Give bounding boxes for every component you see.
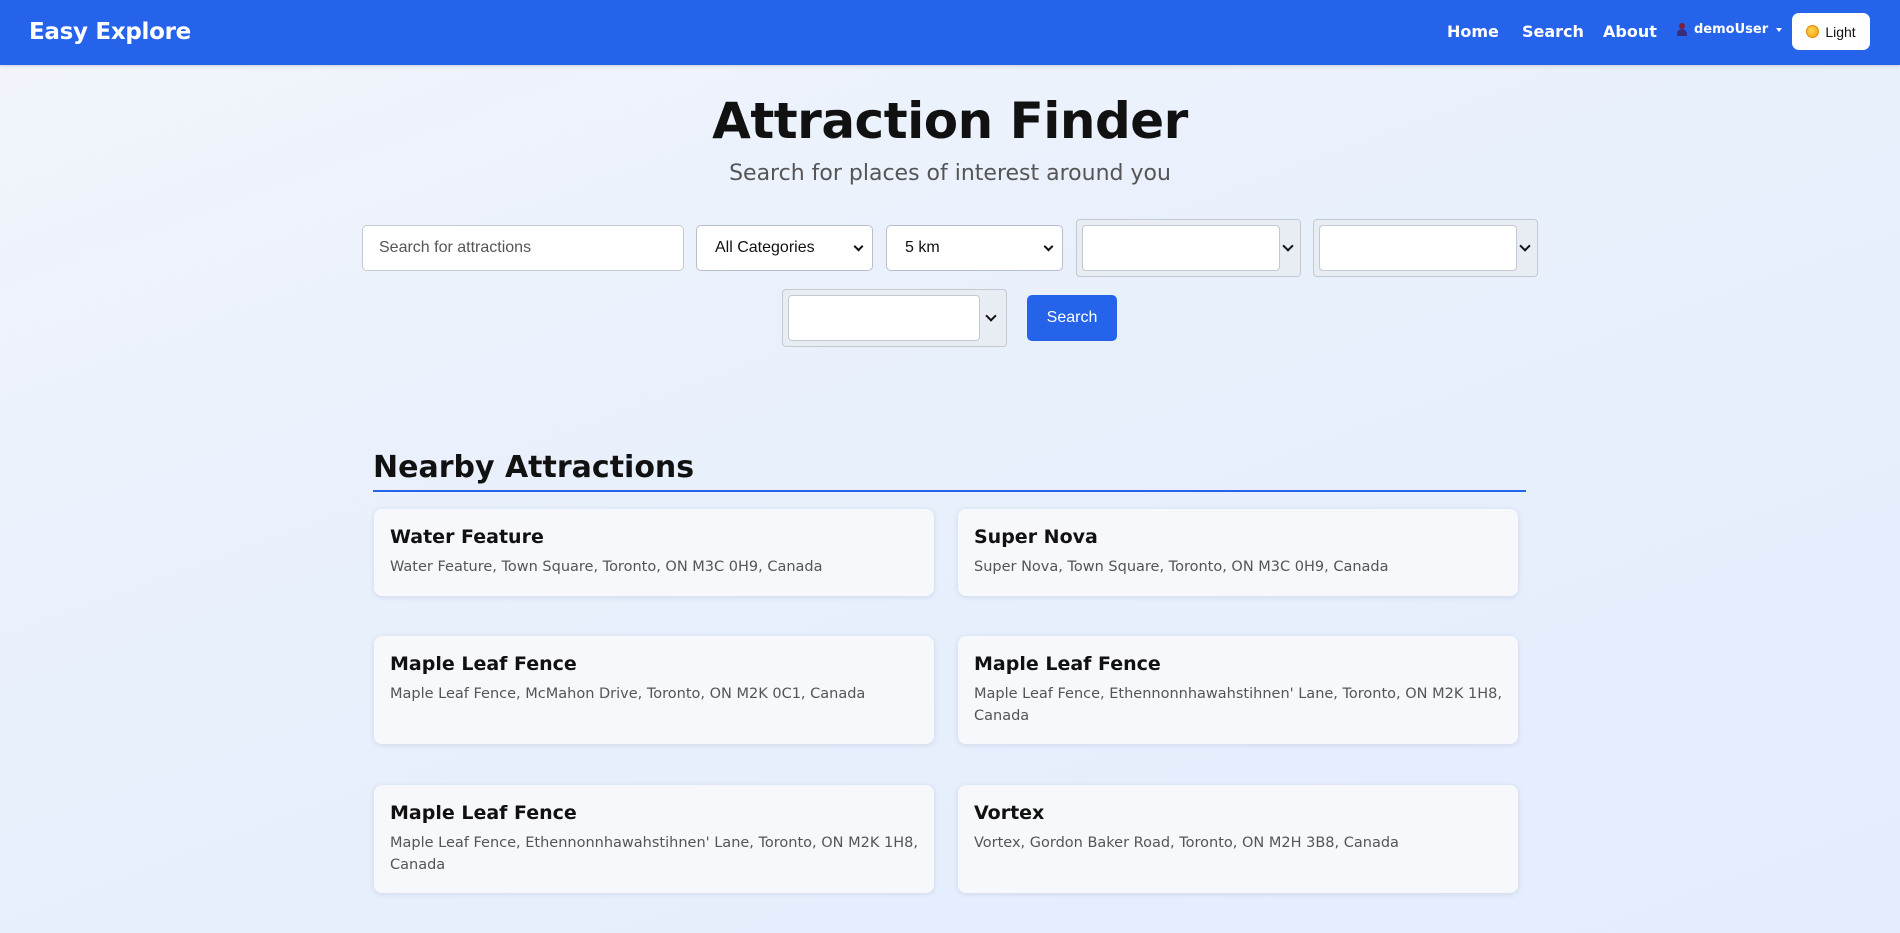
- attraction-card[interactable]: Water Feature Water Feature, Town Square…: [374, 509, 934, 596]
- search-button[interactable]: Search: [1027, 295, 1117, 341]
- attraction-name: Maple Leaf Fence: [974, 653, 1161, 675]
- brand-logo[interactable]: Easy Explore: [29, 19, 191, 45]
- section-heading: Nearby Attractions: [373, 450, 695, 485]
- distance-select-value: 5 km: [905, 239, 940, 256]
- chevron-down-icon: [853, 241, 864, 251]
- attraction-address: Maple Leaf Fence, Ethennonnhawahstihnen'…: [974, 686, 1502, 724]
- attraction-name: Maple Leaf Fence: [390, 653, 577, 675]
- attraction-card[interactable]: Maple Leaf Fence Maple Leaf Fence, McMah…: [374, 636, 934, 744]
- nav-link-home[interactable]: Home: [1447, 22, 1499, 41]
- nav-link-about[interactable]: About: [1603, 22, 1657, 41]
- page-title: Attraction Finder: [712, 92, 1188, 150]
- attraction-address: Super Nova, Town Square, Toronto, ON M3C…: [974, 559, 1389, 575]
- user-icon: [1676, 23, 1688, 36]
- filter-dropdown-3-input[interactable]: [788, 295, 980, 341]
- attraction-card[interactable]: Maple Leaf Fence Maple Leaf Fence, Ethen…: [958, 636, 1518, 744]
- attraction-name: Super Nova: [974, 526, 1098, 548]
- attraction-card[interactable]: Vortex Vortex, Gordon Baker Road, Toront…: [958, 785, 1518, 893]
- caret-down-icon: [1776, 27, 1783, 32]
- chevron-down-icon: [1282, 240, 1294, 252]
- username-label: demoUser: [1694, 22, 1769, 37]
- distance-select[interactable]: 5 km: [886, 225, 1063, 271]
- attraction-name: Vortex: [974, 802, 1045, 824]
- attraction-card[interactable]: Maple Leaf Fence Maple Leaf Fence, Ethen…: [374, 785, 934, 893]
- section-divider: [373, 490, 1526, 492]
- chevron-down-icon: [1519, 240, 1531, 252]
- user-menu-toggle[interactable]: demoUser: [1676, 22, 1783, 37]
- category-select-value: All Categories: [715, 239, 815, 256]
- top-navbar: Easy Explore Home Search About demoUser …: [0, 0, 1900, 65]
- attraction-address: Water Feature, Town Square, Toronto, ON …: [390, 559, 823, 575]
- filter-dropdown-3[interactable]: [782, 289, 1007, 347]
- nav-link-search[interactable]: Search: [1522, 22, 1584, 41]
- attraction-name: Maple Leaf Fence: [390, 802, 577, 824]
- sun-icon: [1806, 25, 1820, 38]
- search-input[interactable]: [362, 225, 684, 271]
- attraction-address: Maple Leaf Fence, Ethennonnhawahstihnen'…: [390, 835, 918, 873]
- page-subtitle: Search for places of interest around you: [729, 161, 1171, 186]
- filter-dropdown-2[interactable]: [1313, 219, 1538, 277]
- attraction-address: Maple Leaf Fence, McMahon Drive, Toronto…: [390, 686, 866, 702]
- chevron-down-icon: [1043, 241, 1054, 251]
- category-select[interactable]: All Categories: [696, 225, 873, 271]
- filter-dropdown-2-input[interactable]: [1319, 225, 1517, 271]
- chevron-down-icon: [985, 310, 997, 322]
- theme-toggle-label: Light: [1825, 23, 1856, 40]
- attraction-name: Water Feature: [390, 526, 544, 548]
- filter-dropdown-1-input[interactable]: [1082, 225, 1280, 271]
- attraction-address: Vortex, Gordon Baker Road, Toronto, ON M…: [974, 835, 1399, 851]
- filter-dropdown-1[interactable]: [1076, 219, 1301, 277]
- theme-toggle-button[interactable]: Light: [1792, 13, 1870, 50]
- attraction-card[interactable]: Super Nova Super Nova, Town Square, Toro…: [958, 509, 1518, 596]
